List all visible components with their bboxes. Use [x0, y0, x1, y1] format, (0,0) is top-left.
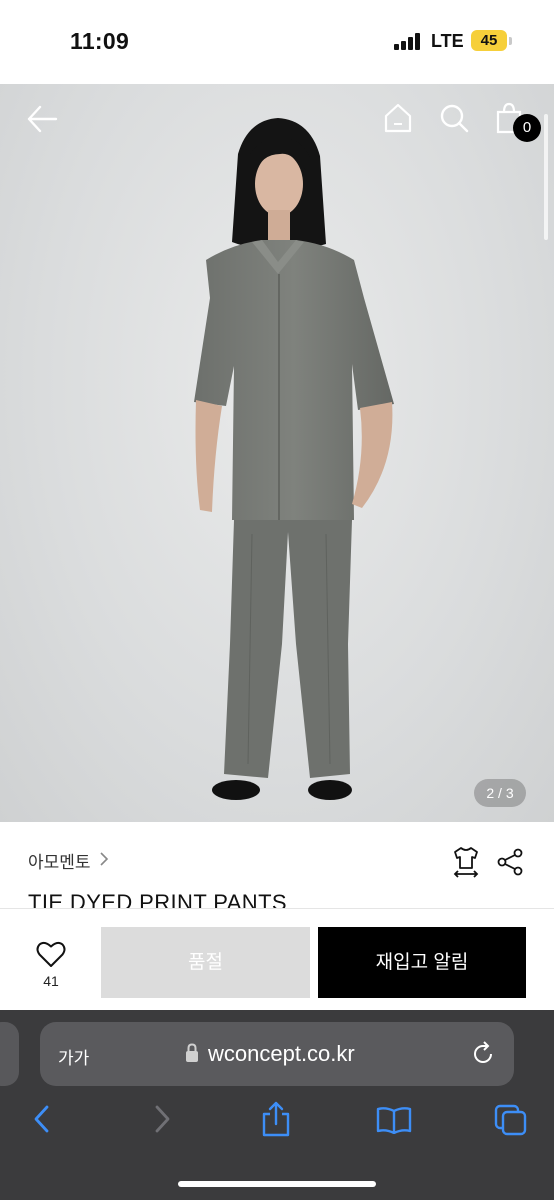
model-photo [194, 118, 394, 800]
arrow-left-icon[interactable] [26, 104, 58, 134]
search-icon[interactable] [438, 102, 470, 134]
gallery-page-indicator: 2 / 3 [474, 779, 526, 807]
scroll-indicator [544, 114, 548, 240]
soldout-button[interactable]: 품절 [101, 927, 310, 998]
heart-icon[interactable] [36, 941, 66, 968]
network-label: LTE [431, 31, 464, 51]
like-count: 41 [43, 973, 59, 989]
brand-link[interactable]: 아모멘토 [28, 848, 91, 873]
battery-nub [509, 37, 512, 45]
size-guide-icon[interactable] [452, 846, 480, 878]
back-nav-icon[interactable] [32, 1104, 52, 1134]
share-sheet-icon[interactable] [260, 1100, 292, 1138]
lock-icon [186, 1043, 198, 1062]
chevron-right-icon[interactable] [98, 851, 110, 867]
signal-icon [394, 33, 424, 50]
restock-notify-button[interactable]: 재입고 알림 [318, 927, 526, 998]
forward-nav-icon[interactable] [152, 1104, 172, 1134]
url-text[interactable]: wconcept.co.kr [208, 1041, 355, 1067]
tabs-icon[interactable] [494, 1104, 528, 1136]
status-time: 11:09 [70, 28, 130, 54]
home-indicator[interactable] [178, 1181, 376, 1187]
bookmarks-icon[interactable] [376, 1106, 412, 1134]
product-image[interactable] [0, 84, 554, 822]
share-icon[interactable] [496, 848, 524, 876]
product-title: TIE DYED PRINT PANTS [28, 890, 288, 908]
reload-icon[interactable] [470, 1041, 496, 1067]
battery-icon: 45 [471, 30, 507, 51]
home-icon[interactable] [382, 102, 414, 134]
status-bar: 11:09 LTE 45 [0, 0, 554, 84]
cart-count-badge[interactable]: 0 [513, 114, 541, 142]
text-size-button[interactable]: 가가 [58, 1044, 89, 1069]
browser-toolbar: 가가 wconcept.co.kr [0, 1010, 554, 1200]
address-bar[interactable]: 가가 wconcept.co.kr [40, 1022, 514, 1086]
previous-tab-preview[interactable] [0, 1022, 19, 1086]
purchase-action-bar: 41 품절 재입고 알림 [0, 908, 554, 1010]
